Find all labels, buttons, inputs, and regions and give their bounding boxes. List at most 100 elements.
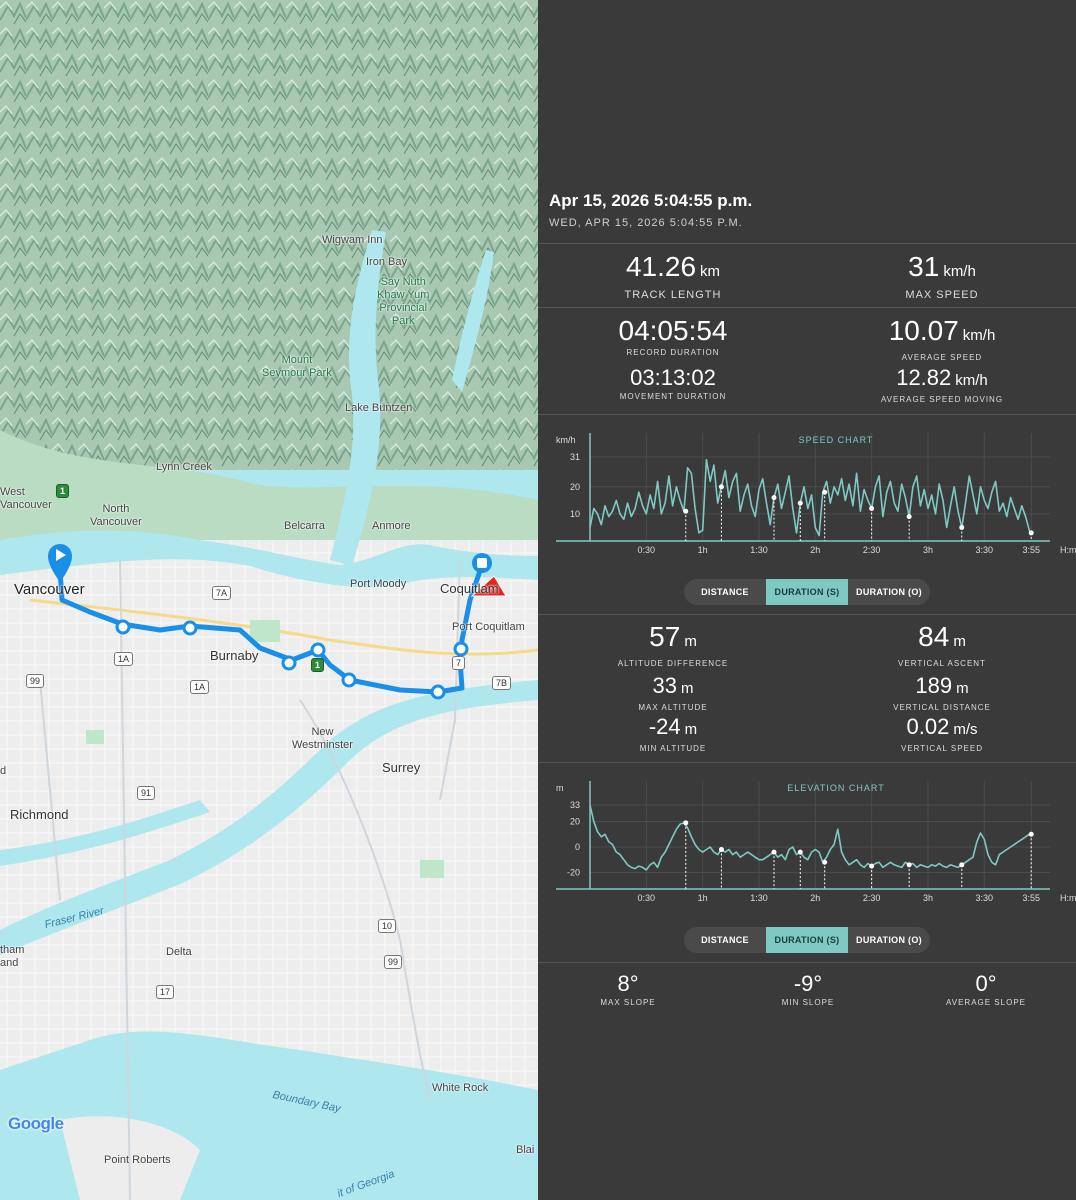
speed-mode-distance-button[interactable]: DISTANCE [684, 579, 766, 605]
series-line [589, 804, 1032, 871]
x-tick-label: 2h [810, 545, 820, 555]
x-axis-label: H:m [1060, 893, 1076, 903]
map-label-port-coquitlam: Port Coquitlam [452, 621, 525, 633]
y-axis-label: m [556, 783, 564, 793]
map-label-burnaby: Burnaby [210, 648, 259, 663]
x-tick-label: 2:30 [863, 545, 881, 555]
x-tick-label: 1h [698, 545, 708, 555]
divider [538, 762, 1076, 763]
map-label-belcarra: Belcarra [284, 520, 325, 532]
series-line [589, 458, 1032, 537]
map-label-delta: Delta [166, 946, 192, 958]
highway-shield-1a: 1A [114, 652, 134, 666]
map-label-coquitlam: Coquitlam [440, 581, 499, 596]
highway-shield-1a-b: 1A [190, 680, 210, 694]
map-label-say-nuth-park: Say Nuth Khaw Yum Provincial Park [377, 276, 430, 327]
stat-vertical-speed: 0.02 m/s VERTICAL SPEED [900, 714, 984, 754]
x-tick-label: 3:55 [1022, 545, 1040, 555]
marker-point [959, 524, 965, 530]
y-tick-label: 10 [570, 509, 580, 519]
map-label-port-moody: Port Moody [350, 578, 407, 590]
marker-point [906, 862, 912, 868]
google-logo: Google [8, 1114, 64, 1133]
x-tick-label: 3:30 [976, 545, 994, 555]
speed-mode-duration-s-button[interactable]: DURATION (S) [766, 579, 848, 605]
stat-vertical-ascent: 84 m VERTICAL ASCENT [898, 621, 986, 669]
marker-point [718, 484, 724, 490]
y-tick-label: 33 [570, 800, 580, 810]
y-tick-label: 20 [570, 482, 580, 492]
elev-mode-distance-button[interactable]: DISTANCE [684, 927, 766, 953]
stat-movement-duration: 03:13:02 MOVEMENT DURATION [619, 365, 727, 402]
stat-track-length: 41.26 km TRACK LENGTH [624, 251, 722, 302]
divider [538, 614, 1076, 615]
y-tick-label: 0 [575, 842, 580, 852]
marker-point [683, 508, 689, 514]
highway-shield-7a: 7A [212, 586, 232, 600]
map-label-mount-seymour: Mount Seymour Park [262, 354, 332, 379]
map-label-vancouver: Vancouver [14, 581, 85, 598]
x-tick-label: 3:30 [976, 893, 994, 903]
map-label-lake-buntzen: Lake Buntzen [345, 402, 413, 414]
chart-title: ELEVATION CHART [787, 783, 885, 793]
marker-point [797, 849, 803, 855]
chart-title: SPEED CHART [799, 435, 874, 445]
elevation-chart[interactable]: 0:30 1h 1:30 2h 2:30 3h 3:30 3:55 -20 0 20 33 m H:m EL… [538, 773, 1076, 913]
stat-average-speed: 10.07 km/h AVERAGE SPEED [888, 315, 996, 363]
x-tick-label: 1:30 [750, 893, 768, 903]
marker-point [771, 495, 777, 501]
map-label-surrey: Surrey [382, 760, 421, 775]
stat-min-altitude: -24 m MIN ALTITUDE [639, 714, 707, 754]
highway-shield-91: 91 [137, 786, 156, 800]
marker-point [718, 847, 724, 853]
stat-record-duration: 04:05:54 RECORD DURATION [618, 315, 728, 358]
speed-chart[interactable]: 0:30 1h 1:30 2h 2:30 3h 3:30 3:55 10 20 31 km/h H:m S… [538, 425, 1076, 565]
map-label-tham: tham and [0, 944, 25, 969]
map-label-new-westminster: New Westminster [292, 726, 353, 751]
divider [538, 307, 1076, 308]
marker-point [906, 514, 912, 520]
marker-point [822, 859, 828, 865]
track-date-subtitle: WED, APR 15, 2026 5:04:55 P.M. [549, 217, 743, 229]
x-tick-label: 1:30 [750, 545, 768, 555]
divider [538, 243, 1076, 244]
x-tick-label: 3h [923, 893, 933, 903]
map-view[interactable]: Wigwam Inn Iron Bay Say Nuth Khaw Yum Pr… [0, 0, 538, 1200]
y-tick-label: 20 [570, 817, 580, 827]
track-stats-panel: Apr 15, 2026 5:04:55 p.m. WED, APR 15, 2… [538, 0, 1076, 1200]
elev-mode-duration-o-button[interactable]: DURATION (O) [848, 927, 930, 953]
map-label-west-vancouver: West Vancouver [0, 486, 52, 511]
y-tick-label: 31 [570, 452, 580, 462]
marker-point [797, 500, 803, 506]
elev-mode-duration-s-button[interactable]: DURATION (S) [766, 927, 848, 953]
highway-shield-1: 1 [56, 484, 70, 498]
x-tick-label: 3h [923, 545, 933, 555]
speed-mode-duration-o-button[interactable]: DURATION (O) [848, 579, 930, 605]
track-date-title: Apr 15, 2026 5:04:55 p.m. [549, 191, 753, 210]
y-tick-label: -20 [567, 867, 580, 877]
marker-point [822, 489, 828, 495]
marker-point [869, 863, 875, 869]
marker-point [869, 505, 875, 511]
map-canvas [0, 0, 538, 1200]
map-label-blaine: Blai [516, 1144, 535, 1156]
marker-point [683, 820, 689, 826]
map-label-point-roberts: Point Roberts [104, 1154, 171, 1166]
highway-shield-7b: 7B [492, 676, 512, 690]
highway-shield-1-b: 1 [311, 658, 325, 672]
map-label-white-rock: White Rock [432, 1082, 489, 1094]
map-label-lynn-creek: Lynn Creek [156, 461, 212, 473]
stat-altitude-difference: 57 m ALTITUDE DIFFERENCE [617, 621, 729, 669]
highway-shield-99: 99 [26, 674, 45, 688]
marker-point [771, 849, 777, 855]
highway-shield-10: 10 [378, 919, 397, 933]
x-tick-label: 0:30 [638, 893, 656, 903]
end-stop-icon[interactable] [472, 553, 492, 573]
map-label-wigwam: Wigwam Inn [322, 234, 383, 246]
marker-point [1028, 831, 1034, 837]
map-label-iron-bay: Iron Bay [366, 256, 407, 268]
map-label-anmore: Anmore [372, 520, 411, 532]
x-tick-label: 1h [698, 893, 708, 903]
elevation-chart-mode-toggle: DISTANCE DURATION (S) DURATION (O) [684, 927, 930, 953]
x-axis-label: H:m [1060, 545, 1076, 555]
